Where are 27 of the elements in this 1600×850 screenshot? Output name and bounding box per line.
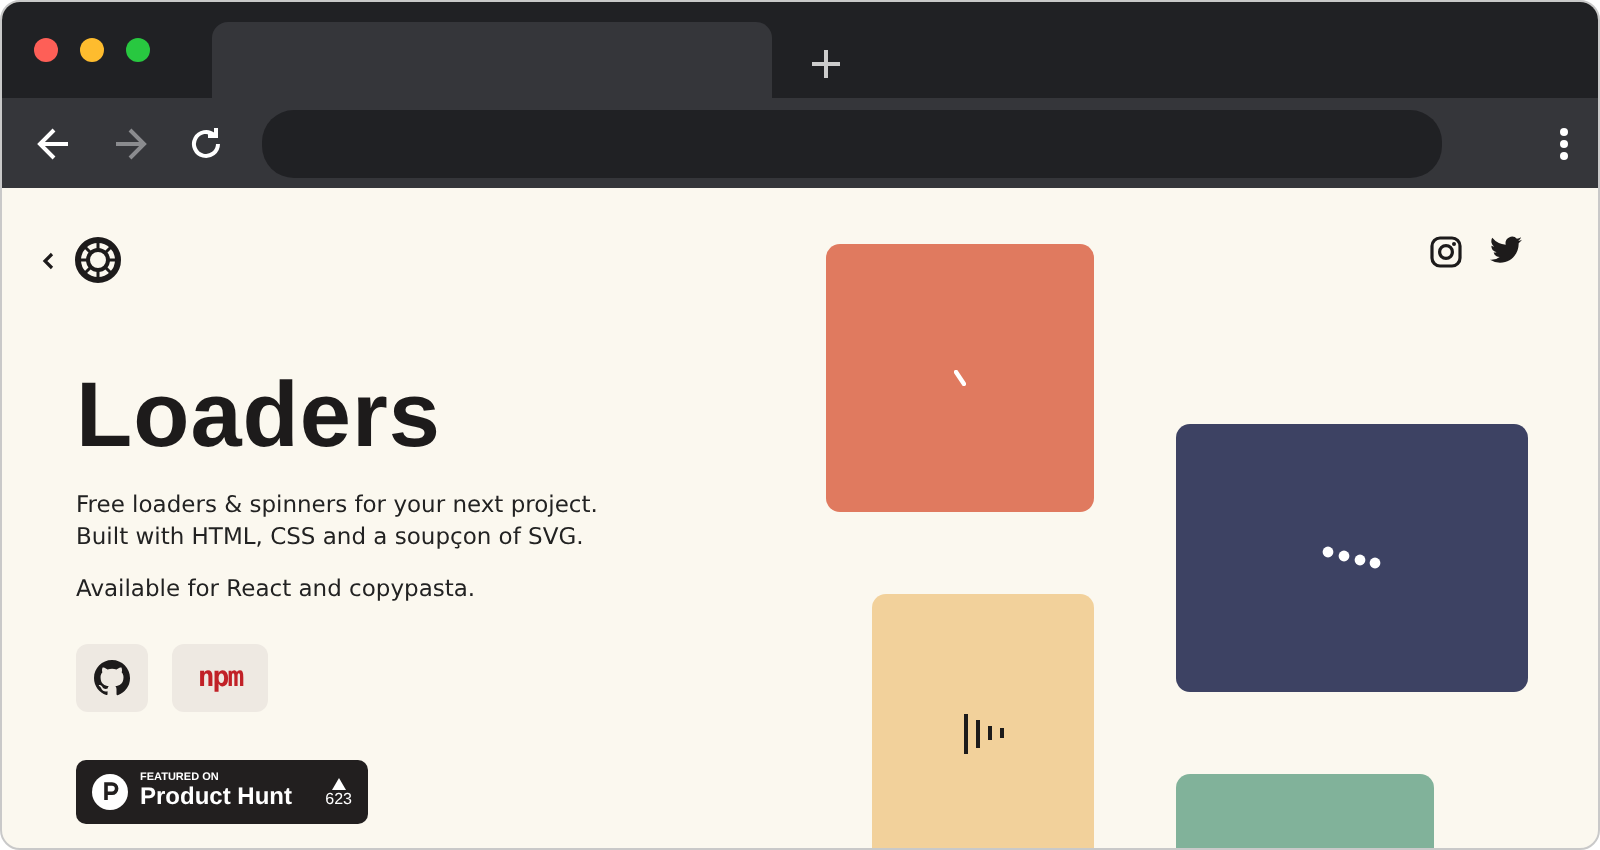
npm-button[interactable]: npm (172, 644, 268, 712)
reload-button[interactable] (186, 123, 226, 163)
intro-text: Free loaders & spinners for your next project. Built with HTML, CSS and a soupçon of SVG. (74, 488, 600, 552)
loader-tile[interactable] (872, 594, 1094, 848)
menu-button[interactable] (1558, 125, 1570, 161)
github-button[interactable] (76, 644, 148, 712)
spinner-icon (954, 370, 966, 386)
loader-tile[interactable] (826, 244, 1094, 512)
instagram-icon[interactable] (1430, 236, 1462, 268)
close-window-button[interactable] (34, 38, 58, 62)
availability-text: Available for React and copypasta. (74, 572, 478, 604)
p-logo-icon (92, 774, 128, 810)
new-tab-button[interactable] (808, 46, 844, 82)
upvote-icon (331, 777, 346, 789)
back-button[interactable] (34, 123, 74, 163)
bars-icon (961, 712, 1005, 756)
twitter-icon[interactable] (1490, 236, 1522, 264)
github-logo-icon (94, 660, 130, 696)
back-chevron-icon[interactable] (42, 251, 54, 269)
dots-icon (1322, 546, 1382, 570)
vote-count: 623 (325, 789, 352, 807)
minimize-window-button[interactable] (80, 38, 104, 62)
ring-logo-icon[interactable] (74, 236, 122, 284)
loader-tile[interactable] (1176, 424, 1528, 692)
badge-name: Product Hunt (140, 784, 294, 812)
page-title: Loaders (76, 368, 443, 460)
maximize-window-button[interactable] (126, 38, 150, 62)
